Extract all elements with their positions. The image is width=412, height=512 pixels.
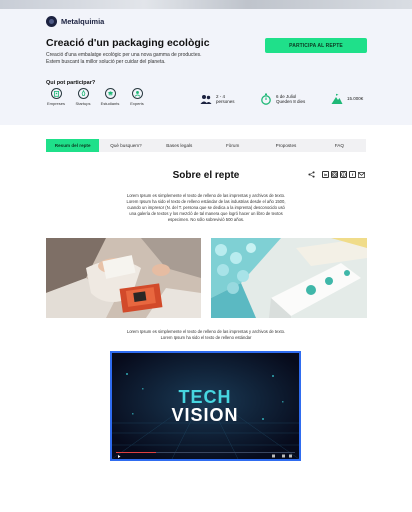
expert-icon	[131, 88, 143, 99]
category-label: Empreses	[46, 101, 65, 106]
rocket-icon	[77, 88, 89, 99]
participate-button[interactable]: PARTICIPA AL REPTE	[265, 38, 367, 53]
mountain-flag-icon	[331, 93, 343, 105]
category-empreses: Empreses	[46, 88, 66, 106]
tab-faq[interactable]: FAQ	[313, 139, 366, 152]
stat-deadline: 6 de Juliol Queden 8 dies	[260, 93, 305, 105]
category-label: Experts	[130, 101, 144, 106]
stat-team-size-unit: persones	[216, 99, 235, 104]
building-icon	[50, 88, 62, 99]
category-label: Estudiants	[100, 101, 120, 106]
linkedin-icon[interactable]: in	[322, 171, 329, 178]
participants-heading: Qui pot participar?	[46, 80, 96, 86]
pinterest-icon[interactable]	[340, 171, 347, 178]
packaging-photo-product-row	[211, 238, 367, 318]
stat-deadline-remaining: Queden 8 dies	[276, 99, 306, 104]
brand[interactable]: Metalquimia	[46, 16, 104, 27]
challenge-title: Creació d'un packaging ecològic	[46, 37, 210, 49]
video-player[interactable]: TECH VISION	[110, 351, 301, 461]
share-icon[interactable]	[308, 171, 315, 178]
challenge-description: Creació d'una embalatge ecològic per una…	[46, 52, 202, 65]
challenge-tabs: Resum del repte Què busquem? Bases legal…	[46, 139, 366, 152]
video-title-line2: VISION	[171, 405, 238, 425]
stat-team-size: 2 - 4 persones	[200, 93, 235, 105]
brand-logo-icon	[46, 16, 57, 27]
packaging-photo-hands	[46, 238, 201, 318]
challenge-stats: 2 - 4 persones 6 de Juliol Queden 8 dies…	[200, 93, 370, 109]
stat-prize: 15.000€	[331, 93, 363, 105]
hero-section: Metalquimia Creació d'un packaging ecolò…	[0, 0, 412, 125]
facebook-icon[interactable]: f	[349, 171, 356, 178]
graduation-cap-icon	[104, 88, 116, 99]
tab-que-busquem[interactable]: Què busquem?	[99, 139, 152, 152]
category-experts: Experts	[127, 88, 147, 106]
stopwatch-icon	[260, 93, 272, 105]
section-paragraph: Lorem Ipsum es simplemente el texto de r…	[126, 193, 286, 222]
category-label: Startups	[75, 101, 91, 106]
brand-name: Metalquimia	[61, 17, 105, 26]
share-bar: in f	[308, 171, 365, 178]
participant-categories: Empreses Startups Estudiants Experts	[46, 88, 147, 106]
stat-prize-value: 15.000€	[347, 96, 364, 102]
tab-propostes[interactable]: Propostes	[259, 139, 312, 152]
people-icon	[200, 93, 212, 105]
tab-forum[interactable]: Fòrum	[206, 139, 259, 152]
tab-resum-del-repte[interactable]: Resum del repte	[46, 139, 100, 152]
category-estudiants: Estudiants	[100, 88, 120, 106]
hero-background-image	[0, 0, 412, 9]
category-startups: Startups	[73, 88, 93, 106]
email-icon[interactable]	[358, 171, 365, 178]
video-title-line1: TECH	[179, 387, 232, 407]
instagram-icon[interactable]	[331, 171, 338, 178]
tab-bases-legals[interactable]: Bases legals	[153, 139, 206, 152]
section-paragraph-2: Lorem Ipsum es simplemente el texto de r…	[126, 329, 286, 340]
